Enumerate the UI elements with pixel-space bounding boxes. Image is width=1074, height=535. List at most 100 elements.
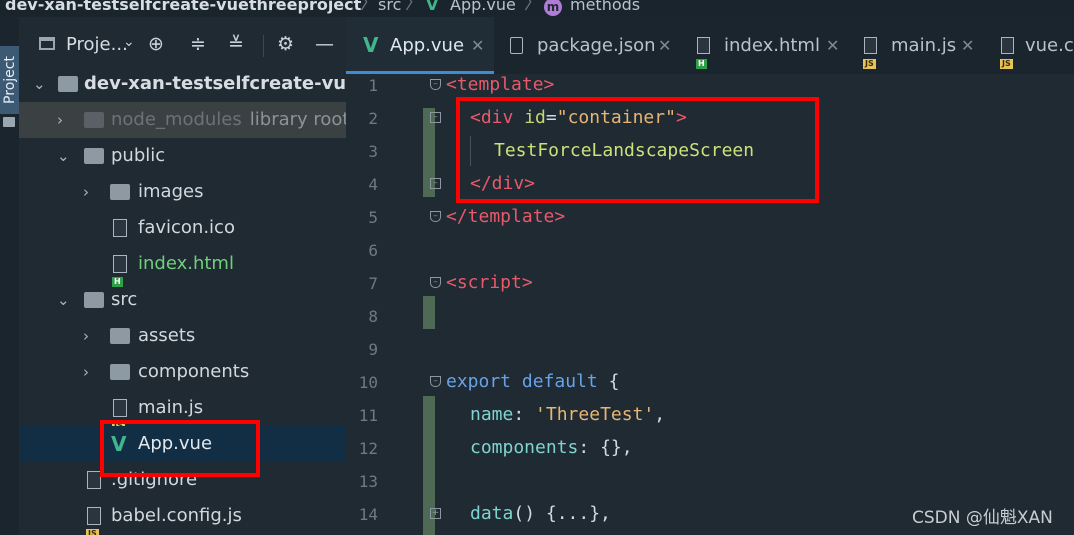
line-number: 6 <box>368 241 378 260</box>
chevron-right-icon[interactable]: › <box>83 318 89 354</box>
js-icon: JS <box>863 37 877 69</box>
breadcrumb-separator: 〉 <box>360 0 378 14</box>
folder-icon <box>3 117 15 127</box>
fold-marker-icon[interactable]: – <box>430 376 441 387</box>
fold-marker-icon[interactable]: – <box>430 277 441 288</box>
folder-icon <box>58 76 78 92</box>
project-tool-tab[interactable]: Project <box>0 46 19 114</box>
tree-item-label: components <box>138 361 250 382</box>
code-line-7: <script> <box>446 272 533 293</box>
line-number: 10 <box>358 373 378 392</box>
change-marker[interactable] <box>423 296 435 329</box>
js-file-icon: JS <box>112 399 127 431</box>
line-number: 1 <box>368 76 378 95</box>
ignore-file-icon <box>87 471 101 489</box>
breadcrumb-symbol[interactable]: methods <box>570 0 640 13</box>
tree-item-node-modules[interactable]: › node_modules library root <box>19 102 346 138</box>
code-line-1: <template> <box>446 74 555 95</box>
chevron-right-icon[interactable]: › <box>57 102 63 138</box>
tab-label: App.vue <box>390 35 465 56</box>
project-view-selector[interactable]: Proje... <box>66 34 128 55</box>
project-panel-toolbar: Proje... ⌄ ⊕ ≑ ≚ ⚙ — <box>19 29 346 63</box>
folder-icon <box>84 292 104 308</box>
tab-index-html[interactable]: H index.html ✕ <box>683 17 843 74</box>
expand-all-icon[interactable]: ≑ <box>190 33 206 55</box>
chevron-down-icon[interactable]: ⌄ <box>57 282 70 318</box>
fold-marker-icon[interactable]: – <box>430 112 441 123</box>
tab-app-vue[interactable]: V App.vue ✕ <box>346 17 494 74</box>
watermark: CSDN @仙魁XAN <box>912 508 1053 528</box>
tree-item-babel-config[interactable]: JS babel.config.js <box>19 498 346 535</box>
chevron-right-icon[interactable]: › <box>83 174 89 210</box>
fold-marker-icon[interactable]: – <box>430 211 441 222</box>
js-file-icon: JS <box>86 507 101 535</box>
close-icon[interactable]: ✕ <box>961 17 974 74</box>
json-icon <box>510 37 523 54</box>
line-number: 5 <box>368 208 378 227</box>
folder-icon <box>110 184 130 200</box>
line-number: 3 <box>368 142 378 161</box>
tab-main-js[interactable]: JS main.js ✕ <box>850 17 980 74</box>
editor-tab-bar: V App.vue ✕ package.json ✕ H index.html … <box>346 17 1074 74</box>
line-number: 8 <box>368 307 378 326</box>
highlight-box-code <box>456 97 819 203</box>
close-icon[interactable]: ✕ <box>658 17 671 74</box>
line-number: 4 <box>368 175 378 194</box>
line-number: 2 <box>368 109 378 128</box>
tree-item-assets[interactable]: › assets <box>19 318 346 354</box>
folder-icon <box>110 328 130 344</box>
breadcrumb-file[interactable]: App.vue <box>450 0 516 13</box>
breadcrumb-separator: 〉 <box>524 0 542 14</box>
fold-marker-icon[interactable]: – <box>430 79 441 90</box>
tab-package-json[interactable]: package.json ✕ <box>496 17 676 74</box>
folder-icon <box>84 148 104 164</box>
tree-item-label: public <box>111 145 166 166</box>
fold-marker-icon[interactable]: + <box>430 508 441 519</box>
fold-marker-icon[interactable]: – <box>430 178 441 189</box>
image-file-icon <box>113 219 127 237</box>
line-number: 9 <box>368 340 378 359</box>
chevron-down-icon[interactable]: ⌄ <box>123 34 135 50</box>
collapse-all-icon[interactable]: ≚ <box>228 33 244 55</box>
project-tool-tab-label: Project <box>2 56 18 104</box>
code-line-5: </template> <box>446 206 566 227</box>
folder-icon <box>110 364 130 380</box>
hide-icon[interactable]: — <box>315 33 334 55</box>
js-icon: JS <box>1000 37 1014 69</box>
method-icon: m <box>544 0 562 16</box>
settings-icon[interactable]: ⚙ <box>277 33 294 55</box>
chevron-right-icon[interactable]: › <box>83 354 89 390</box>
tree-item-src[interactable]: ⌄ src <box>19 282 346 318</box>
tree-item-label: dev-xan-testselfcreate-vuethreeproject <box>84 73 346 94</box>
tree-item-favicon[interactable]: favicon.ico <box>19 210 346 246</box>
tab-label: vue.config.js <box>1025 35 1074 56</box>
folder-icon <box>84 112 104 128</box>
navigation-breadcrumb: dev-xan-testselfcreate-vuethreeproject 〉… <box>0 0 1074 17</box>
tree-item-index-html[interactable]: H index.html <box>19 246 346 287</box>
library-root-hint: library root <box>249 109 346 130</box>
tab-label: index.html <box>724 35 820 56</box>
vue-icon: V <box>363 33 379 57</box>
breadcrumb-src[interactable]: src <box>378 0 401 13</box>
tree-item-components[interactable]: › components <box>19 354 346 390</box>
tab-label: package.json <box>537 35 656 56</box>
tree-item-label: favicon.ico <box>138 217 235 238</box>
close-icon[interactable]: ✕ <box>471 17 484 74</box>
breadcrumb-project[interactable]: dev-xan-testselfcreate-vuethreeproject <box>5 0 361 13</box>
tool-window-stripe: Project <box>0 17 19 535</box>
chevron-down-icon[interactable]: ⌄ <box>57 138 70 174</box>
code-line-11: name: 'ThreeTest', <box>470 404 666 425</box>
close-icon[interactable]: ✕ <box>826 17 839 74</box>
code-line-12: components: {}, <box>470 437 633 458</box>
line-number: 14 <box>358 505 378 524</box>
chevron-down-icon[interactable]: ⌄ <box>33 66 46 102</box>
locate-icon[interactable]: ⊕ <box>148 33 164 55</box>
tree-item-public[interactable]: ⌄ public <box>19 138 346 174</box>
line-number: 12 <box>358 439 378 458</box>
vue-icon: V <box>426 0 439 14</box>
tree-item-images[interactable]: › images <box>19 174 346 210</box>
tab-vue-config[interactable]: JS vue.config.js <box>987 17 1074 74</box>
html-icon: H <box>696 37 710 69</box>
tree-item-label: index.html <box>138 253 234 274</box>
tree-item-project-root[interactable]: ⌄ dev-xan-testselfcreate-vuethreeproject <box>19 66 346 102</box>
